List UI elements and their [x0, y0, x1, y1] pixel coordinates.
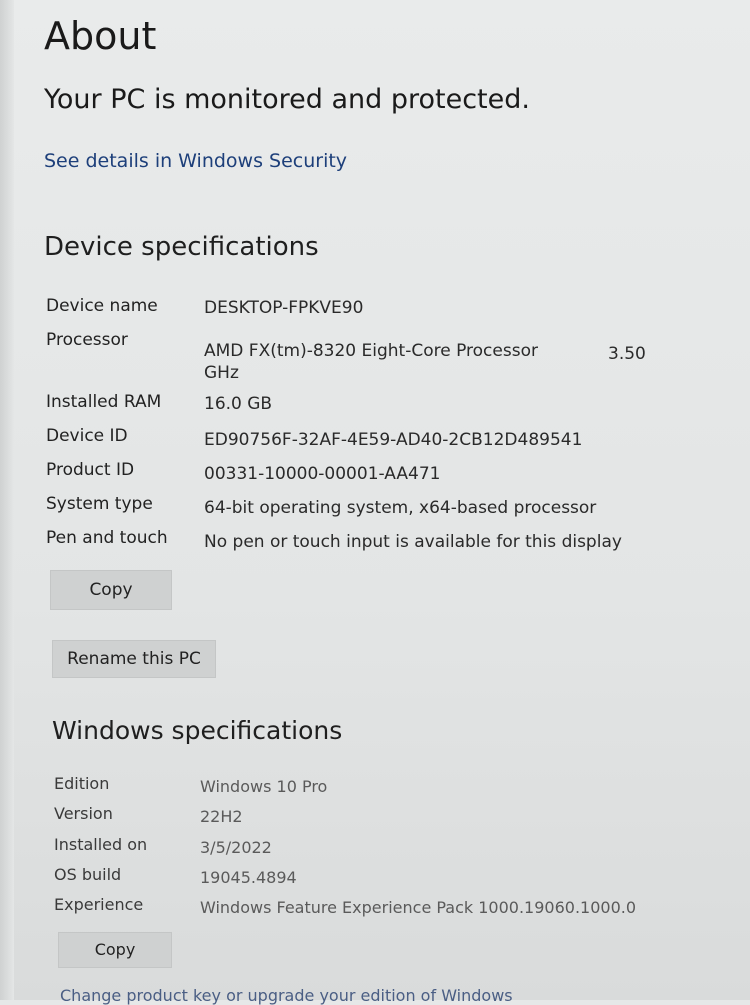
- spec-value: No pen or touch input is available for t…: [204, 532, 622, 552]
- window-edge: [0, 0, 14, 1000]
- copy-windows-specs-button[interactable]: Copy: [58, 932, 172, 968]
- processor-name: AMD FX(tm)-8320 Eight-Core Processor: [204, 341, 538, 361]
- spec-value: AMD FX(tm)-8320 Eight-Core Processor GHz: [204, 340, 644, 384]
- device-specifications-heading: Device specifications: [44, 232, 319, 262]
- spec-label: Device ID: [46, 426, 128, 446]
- processor-speed: 3.50: [608, 344, 646, 364]
- spec-label: Experience: [54, 895, 144, 914]
- spec-value: ED90756F-32AF-4E59-AD40-2CB12D489541: [204, 430, 583, 450]
- spec-value: 00331-10000-00001-AA471: [204, 464, 441, 484]
- spec-label: Processor: [46, 330, 128, 350]
- rename-pc-button[interactable]: Rename this PC: [52, 640, 216, 678]
- spec-label: Device name: [46, 296, 158, 316]
- spec-value: 19045.4894: [200, 868, 297, 887]
- spec-label: Edition: [54, 774, 110, 793]
- spec-label: Version: [54, 804, 113, 823]
- spec-label: Installed on: [54, 835, 148, 854]
- spec-label: Pen and touch: [46, 528, 168, 548]
- spec-value: 16.0 GB: [204, 394, 273, 414]
- spec-value: 22H2: [200, 807, 243, 826]
- spec-value: Windows 10 Pro: [200, 777, 328, 796]
- spec-label: System type: [46, 494, 153, 514]
- spec-value: Windows Feature Experience Pack 1000.190…: [200, 898, 637, 917]
- page-title: About: [44, 14, 157, 58]
- processor-unit: GHz: [204, 363, 239, 383]
- copy-device-specs-button[interactable]: Copy: [50, 570, 172, 610]
- about-page: About Your PC is monitored and protected…: [0, 0, 750, 1005]
- change-product-key-link[interactable]: Change product key or upgrade your editi…: [60, 986, 513, 1005]
- protection-status: Your PC is monitored and protected.: [44, 84, 530, 115]
- windows-security-link[interactable]: See details in Windows Security: [44, 150, 347, 172]
- spec-value: 64-bit operating system, x64-based proce…: [204, 498, 597, 518]
- windows-specifications-heading: Windows specifications: [52, 716, 343, 745]
- spec-value: DESKTOP-FPKVE90: [204, 298, 364, 318]
- spec-label: OS build: [54, 865, 122, 884]
- spec-label: Installed RAM: [46, 392, 162, 412]
- spec-value: 3/5/2022: [200, 838, 272, 857]
- spec-label: Product ID: [46, 460, 135, 480]
